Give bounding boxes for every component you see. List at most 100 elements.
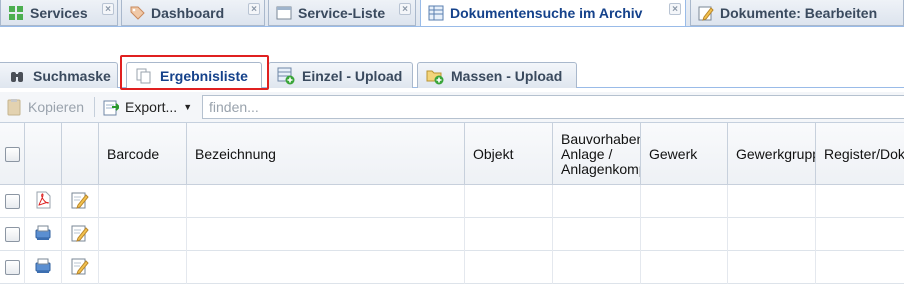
row-checkbox[interactable]	[4, 227, 20, 242]
tab-service-liste[interactable]: Service-Liste ×	[268, 0, 416, 26]
tab-dokumente-bearbeiten[interactable]: Dokumente: Bearbeiten	[690, 0, 904, 26]
clipboard-icon	[6, 98, 22, 116]
export-button[interactable]: Export... ▼	[99, 95, 196, 119]
header-register[interactable]: Register/Dokumentenart	[816, 123, 904, 185]
table-row[interactable]	[0, 185, 904, 218]
scanner-icon[interactable]	[34, 257, 52, 278]
export-button-label: Export...	[125, 99, 178, 115]
table-cell	[728, 218, 816, 251]
results-grid: Barcode Bezeichnung Objekt Bauvorhaben A…	[0, 123, 904, 286]
row-checkbox[interactable]	[4, 194, 20, 209]
row-edit-cell	[62, 251, 99, 284]
table-cell	[99, 251, 187, 284]
tab-label: Einzel - Upload	[302, 67, 403, 84]
row-checkbox-cell	[0, 251, 25, 284]
tab-services[interactable]: Services ×	[0, 0, 118, 26]
copy-button-label: Kopieren	[28, 99, 85, 115]
pencil-icon[interactable]	[71, 191, 89, 212]
tab-label: Dashboard	[151, 4, 225, 21]
row-edit-cell	[62, 218, 99, 251]
close-icon[interactable]: ×	[669, 3, 681, 15]
sub-tab-bar: Suchmaske Ergebnisliste Einzel - Upload …	[0, 59, 904, 89]
header-label: Objekt	[473, 146, 514, 162]
table-row[interactable]	[0, 251, 904, 284]
grid-icon	[7, 4, 24, 21]
tab-massen-upload[interactable]: Massen - Upload	[417, 62, 577, 88]
header-barcode[interactable]: Barcode	[99, 123, 187, 185]
pdf-icon[interactable]	[34, 191, 52, 212]
row-type-cell	[25, 185, 62, 218]
toolbar: Kopieren Export... ▼	[0, 92, 904, 123]
select-all-checkbox[interactable]	[4, 146, 20, 162]
table-cell	[816, 185, 904, 218]
row-checkbox-cell	[0, 218, 25, 251]
close-icon[interactable]: ×	[399, 3, 411, 15]
search-input[interactable]	[202, 95, 904, 119]
table-cell	[187, 218, 465, 251]
table-cell	[465, 251, 553, 284]
row-type-cell	[25, 251, 62, 284]
pencil-icon[interactable]	[71, 257, 89, 278]
select-all-checkbox-cell[interactable]	[0, 123, 25, 185]
table-cell	[641, 218, 728, 251]
tab-label: Services	[30, 4, 88, 21]
tab-dashboard[interactable]: Dashboard ×	[121, 0, 265, 26]
table-cell	[816, 218, 904, 251]
toolbar-separator	[94, 97, 96, 117]
chevron-down-icon: ▼	[183, 102, 193, 112]
tab-ergebnisliste[interactable]: Ergebnisliste	[126, 62, 262, 89]
export-icon	[103, 98, 120, 116]
table-cell	[728, 251, 816, 284]
header-label: Gewerk	[649, 146, 698, 162]
tag-icon	[128, 4, 145, 21]
tab-suchmaske[interactable]: Suchmaske	[0, 62, 118, 88]
header-gewerkgruppe[interactable]: Gewerkgruppe	[728, 123, 816, 185]
scanner-icon[interactable]	[34, 224, 52, 245]
window-icon	[275, 4, 292, 21]
table-cell	[99, 218, 187, 251]
header-edit-icon	[62, 123, 99, 185]
edit-document-icon	[697, 4, 714, 21]
header-objekt[interactable]: Objekt	[465, 123, 553, 185]
tab-label: Ergebnisliste	[160, 68, 248, 84]
row-checkbox-cell	[0, 185, 25, 218]
header-bezeichnung[interactable]: Bezeichnung	[187, 123, 465, 185]
table-cell	[553, 218, 641, 251]
header-bauvorhaben[interactable]: Bauvorhaben Anlage / Anlagenkomponente	[553, 123, 641, 185]
table-cell	[465, 185, 553, 218]
table-cell	[816, 251, 904, 284]
copy-documents-icon	[135, 67, 153, 85]
binoculars-icon	[8, 67, 26, 85]
header-label: Bezeichnung	[195, 146, 276, 162]
row-edit-cell	[62, 185, 99, 218]
table-cell	[465, 218, 553, 251]
close-icon[interactable]: ×	[248, 3, 260, 15]
table-cell	[728, 185, 816, 218]
table-cell	[187, 251, 465, 284]
table-cell	[187, 185, 465, 218]
row-type-cell	[25, 218, 62, 251]
main-tab-bar: Services × Dashboard × Service-Liste × D…	[0, 0, 904, 27]
header-type-icon	[25, 123, 62, 185]
close-icon[interactable]: ×	[102, 3, 114, 15]
table-add-icon	[277, 67, 295, 85]
header-label: Register/Dokumentenart	[824, 146, 904, 162]
tab-label: Dokumente: Bearbeiten	[720, 4, 878, 21]
header-label: Gewerkgruppe	[736, 146, 815, 162]
table-cell	[641, 251, 728, 284]
table-row[interactable]	[0, 218, 904, 251]
copy-button[interactable]: Kopieren	[2, 95, 88, 119]
folder-add-icon	[426, 67, 444, 85]
header-label: Barcode	[107, 146, 160, 162]
header-gewerk[interactable]: Gewerk	[641, 123, 728, 185]
tab-label: Massen - Upload	[451, 67, 563, 84]
table-icon	[427, 5, 444, 22]
table-cell	[99, 185, 187, 218]
tab-dokumentensuche[interactable]: Dokumentensuche im Archiv ×	[420, 0, 686, 27]
tab-label: Dokumentensuche im Archiv	[450, 5, 643, 21]
tab-einzel-upload[interactable]: Einzel - Upload	[268, 62, 413, 88]
tab-label: Suchmaske	[33, 67, 111, 84]
row-checkbox[interactable]	[4, 260, 20, 275]
pencil-icon[interactable]	[71, 224, 89, 245]
table-cell	[553, 185, 641, 218]
